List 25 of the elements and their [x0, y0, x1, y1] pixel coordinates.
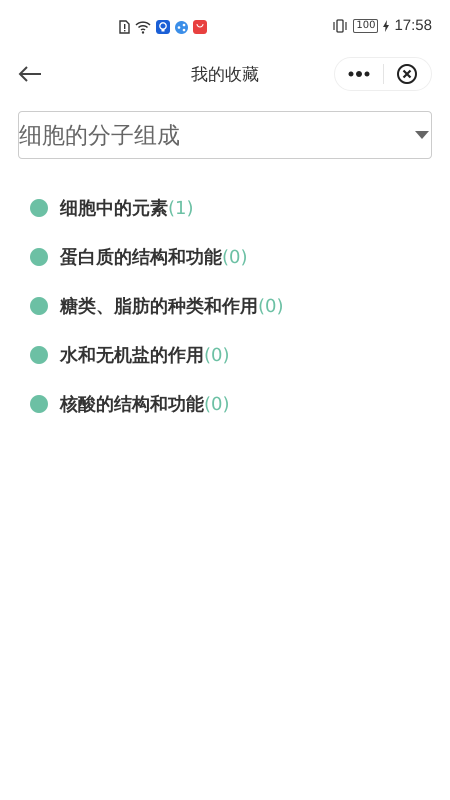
bullet-dot: [30, 248, 48, 266]
store-app-icon: [193, 20, 207, 34]
clock-time: 17:58: [394, 17, 432, 34]
bullet-dot: [30, 394, 48, 412]
wifi-icon: [135, 20, 151, 34]
back-button[interactable]: [18, 66, 42, 82]
lightbulb-app-icon: [156, 20, 170, 34]
page-title: 我的收藏: [191, 64, 259, 86]
bullet-dot: [30, 296, 48, 314]
topic-link[interactable]: 核酸的结构和功能(0): [60, 392, 230, 416]
vibrate-icon: [332, 18, 348, 32]
topic-link[interactable]: 细胞中的元素(1): [60, 196, 194, 220]
battery-level: 100: [353, 18, 378, 32]
topic-dropdown[interactable]: 细胞的分子组成: [18, 111, 432, 159]
bullet-dot: [30, 346, 48, 364]
close-icon: [396, 63, 418, 85]
topic-link[interactable]: 糖类、脂肪的种类和作用(0): [60, 294, 284, 318]
sim-alert-icon: [119, 20, 130, 34]
bullet-dot: [30, 198, 48, 216]
share-app-icon: [175, 20, 188, 34]
topic-link[interactable]: 蛋白质的结构和功能(0): [60, 244, 248, 268]
dropdown-caret-icon: [415, 131, 429, 139]
charging-icon: [383, 20, 390, 32]
topic-link[interactable]: 水和无机盐的作用(0): [60, 342, 230, 366]
more-icon: [348, 71, 370, 77]
